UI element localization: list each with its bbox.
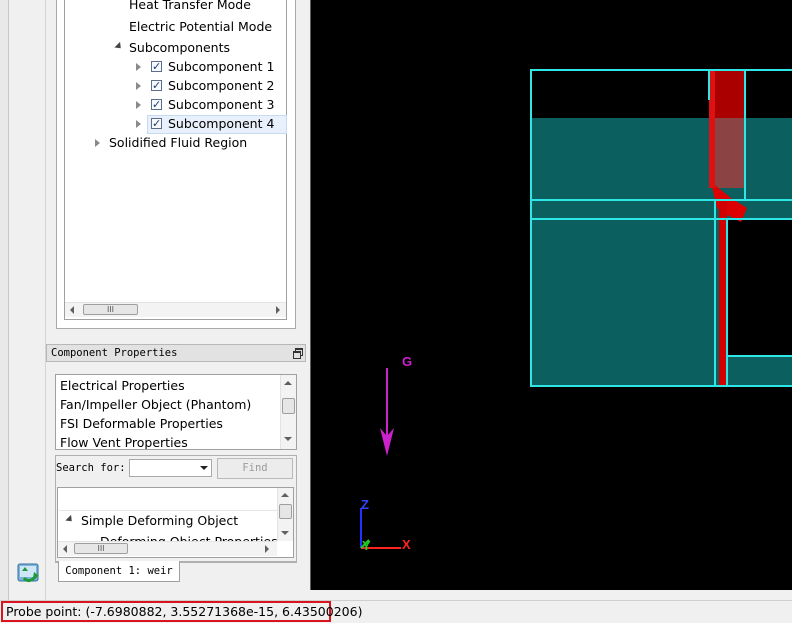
tree-horizontal-scrollbar[interactable]: III <box>65 302 286 317</box>
scrollbar-thumb[interactable] <box>282 398 295 414</box>
probe-point-readout: Probe point: (-7.6980882, 3.55271368e-15… <box>1 601 362 622</box>
scrollbar-thumb[interactable] <box>279 504 292 519</box>
viewport-footer <box>310 590 792 600</box>
tree-item-subcomponent-1[interactable]: Subcomponent 1 <box>135 58 285 76</box>
gravity-label: G <box>402 354 412 369</box>
checkbox-icon[interactable] <box>151 58 162 76</box>
tree-item-subcomponent-3[interactable]: Subcomponent 3 <box>135 96 285 114</box>
restore-window-icon[interactable] <box>293 348 303 359</box>
tree-item-subcomponent-2[interactable]: Subcomponent 2 <box>135 77 285 95</box>
property-list[interactable]: Electrical Properties Fan/Impeller Objec… <box>55 374 297 450</box>
model-tree[interactable]: Heat Transfer Mode Electric Potential Mo… <box>64 0 287 320</box>
list-item[interactable]: Fan/Impeller Object (Phantom) <box>60 395 251 414</box>
3d-viewport[interactable]: G Z X Y <box>311 0 792 590</box>
collapse-arrow-icon[interactable] <box>65 514 75 525</box>
search-label: Search for: <box>56 462 126 474</box>
dropdown-arrow-icon[interactable] <box>200 466 208 470</box>
tree-item-label: Simple Deforming Object <box>81 513 239 528</box>
tree-item-label: Subcomponents <box>129 40 231 55</box>
axis-x-label: X <box>402 537 411 552</box>
scroll-up-icon[interactable] <box>284 381 292 385</box>
tree-item-label: Solidified Fluid Region <box>109 135 248 150</box>
scroll-down-icon[interactable] <box>284 437 292 441</box>
find-button[interactable]: Find <box>217 458 293 479</box>
property-list-scrollbar[interactable] <box>280 375 296 449</box>
scroll-left-icon[interactable] <box>70 306 74 314</box>
search-input[interactable] <box>129 459 212 477</box>
scrollbar-thumb[interactable]: III <box>83 304 138 315</box>
solid-region <box>727 220 792 356</box>
scroll-up-icon[interactable] <box>281 493 289 497</box>
expand-arrow-icon[interactable] <box>136 82 141 90</box>
scroll-right-icon[interactable] <box>265 545 269 553</box>
axis-z-label: Z <box>361 497 369 512</box>
expand-arrow-icon[interactable] <box>95 139 100 147</box>
viewport-canvas: G Z X Y <box>360 69 792 553</box>
expand-arrow-icon[interactable] <box>136 101 141 109</box>
refresh-icon[interactable] <box>16 561 42 585</box>
tree-item-subcomponent-4[interactable]: Subcomponent 4 <box>135 115 287 134</box>
panel-title: Component Properties <box>51 347 178 359</box>
tree-item-label: Subcomponent 2 <box>168 78 275 93</box>
list-item[interactable]: Electrical Properties <box>60 376 185 395</box>
scroll-right-icon[interactable] <box>276 306 280 314</box>
tree-item-heat-transfer-mode[interactable]: Heat Transfer Mode <box>129 0 251 14</box>
tree-item-label: Heat Transfer Mode <box>129 0 251 12</box>
collapse-arrow-icon[interactable] <box>114 41 124 52</box>
scrollbar-thumb[interactable]: III <box>74 543 128 554</box>
tab-component-1[interactable]: Component 1: weir <box>58 561 180 582</box>
tree-item-label: Subcomponent 1 <box>168 59 275 74</box>
expand-arrow-icon[interactable] <box>136 120 141 128</box>
search-results-vscrollbar[interactable] <box>277 488 293 541</box>
component-properties-header: Component Properties <box>46 344 306 362</box>
tree-item-electric-potential-mode[interactable]: Electric Potential Mode <box>129 18 272 36</box>
axis-y-label: Y <box>362 538 371 553</box>
gravity-arrow <box>380 368 394 456</box>
search-results-hscrollbar[interactable]: III <box>58 541 277 556</box>
left-edge <box>0 0 9 600</box>
side-strip <box>9 0 46 600</box>
tree-item-label: Subcomponent 4 <box>168 116 275 131</box>
search-results-list[interactable]: Simple Deforming Object Deforming Object… <box>57 487 294 558</box>
checkbox-icon[interactable] <box>151 96 162 114</box>
object-stem <box>719 200 727 386</box>
list-header <box>59 489 277 511</box>
scroll-left-icon[interactable] <box>63 545 67 553</box>
tree-item-label: Electric Potential Mode <box>129 19 273 34</box>
expand-arrow-icon[interactable] <box>136 63 141 71</box>
scroll-down-icon[interactable] <box>281 531 289 535</box>
list-item[interactable]: FSI Deformable Properties <box>60 414 223 433</box>
checkbox-icon[interactable] <box>151 115 162 133</box>
list-item[interactable]: Flow Vent Properties <box>60 433 188 449</box>
tree-item-label: Subcomponent 3 <box>168 97 275 112</box>
checkbox-icon[interactable] <box>151 77 162 95</box>
